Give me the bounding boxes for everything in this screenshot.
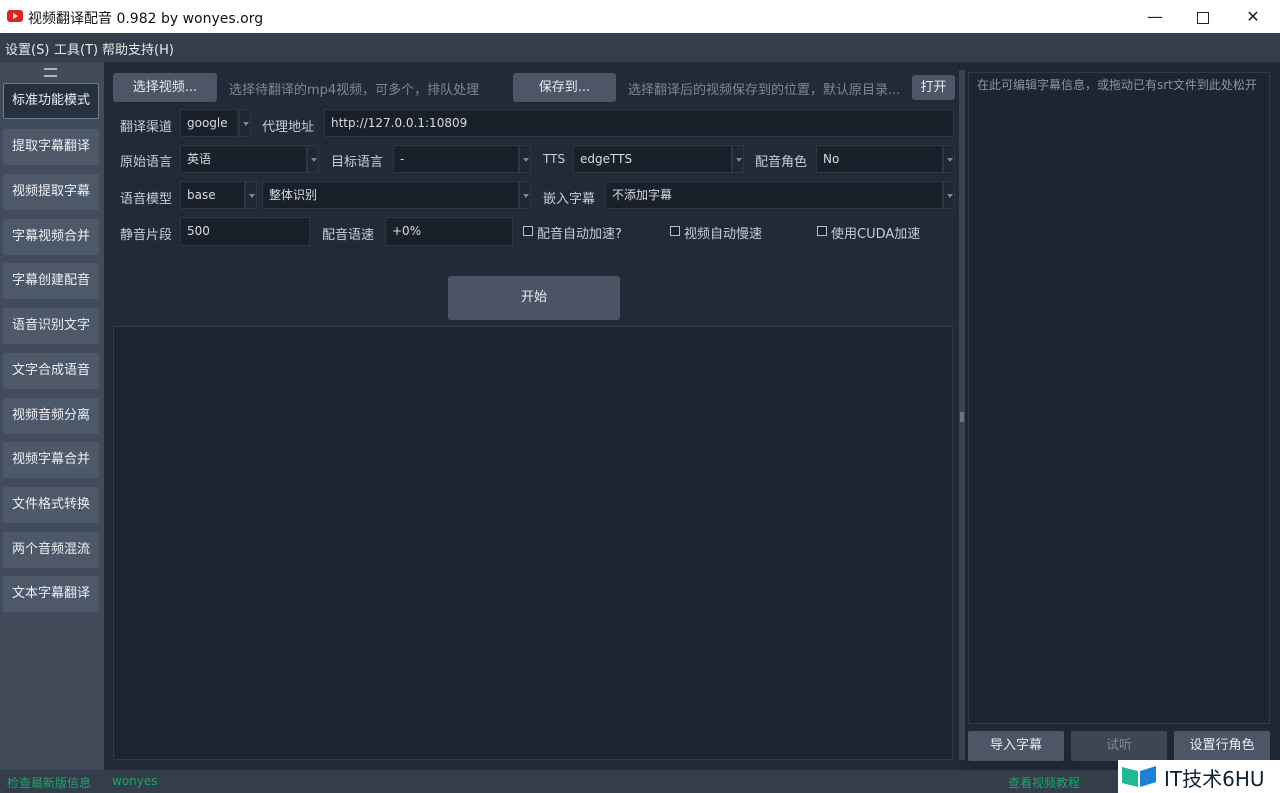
chevron-down-icon[interactable] [732, 145, 744, 173]
watermark-text: IT技术6HU [1164, 767, 1265, 791]
window-title: 视频翻译配音 0.982 by wonyes.org [28, 11, 264, 27]
proxy-input[interactable]: http://127.0.0.1:10809 [324, 109, 954, 137]
source-language-select[interactable]: 英语 [180, 145, 307, 173]
check-update-link[interactable]: 检查最新版信息 [7, 774, 91, 791]
listen-button[interactable]: 试听 [1071, 731, 1167, 761]
video-tutorial-link[interactable]: 查看视频教程 [1008, 774, 1080, 791]
auto-slowdown-checkbox[interactable] [670, 226, 680, 236]
open-folder-button[interactable]: 打开 [912, 75, 955, 100]
target-language-select[interactable]: - [393, 145, 519, 173]
watermark: IT技术6HU [1118, 760, 1280, 793]
close-icon[interactable]: ✕ [1230, 0, 1276, 33]
sidebar-item-subtitle-video-merge[interactable]: 字幕视频合并 [3, 219, 99, 255]
embed-subtitle-label: 嵌入字幕 [543, 192, 596, 207]
voice-rate-input[interactable]: +0% [385, 217, 513, 246]
target-language-label: 目标语言 [331, 155, 384, 170]
cuda-label: 使用CUDA加速 [831, 227, 921, 242]
import-subtitle-button[interactable]: 导入字幕 [968, 731, 1064, 761]
save-to-hint: 选择翻译后的视频保存到的位置，默认原目录... [628, 83, 900, 98]
status-bar: 检查最新版信息 wonyes 查看视频教程 [0, 770, 1280, 793]
chevron-down-icon[interactable] [245, 181, 257, 209]
save-to-button[interactable]: 保存到... [513, 73, 616, 102]
book-logo-icon [1122, 766, 1156, 787]
maximize-icon[interactable] [1180, 0, 1226, 33]
source-language-label: 原始语言 [120, 155, 173, 170]
silence-segment-input[interactable]: 500 [180, 217, 310, 246]
sidebar-item-extract-subtitle-translate[interactable]: 提取字幕翻译 [3, 129, 99, 165]
minimize-icon[interactable]: — [1132, 0, 1178, 33]
silence-segment-label: 静音片段 [120, 228, 173, 243]
grip-handle-icon[interactable] [44, 68, 57, 77]
chevron-down-icon[interactable] [519, 181, 531, 209]
start-button[interactable]: 开始 [448, 276, 620, 320]
sidebar-item-audio-video-split[interactable]: 视频音频分离 [3, 398, 99, 434]
sidebar-item-subtitle-dubbing[interactable]: 字幕创建配音 [3, 263, 99, 299]
sidebar-item-speech-to-text[interactable]: 语音识别文字 [3, 308, 99, 344]
subtitle-editor[interactable]: 在此可编辑字幕信息，或拖动已有srt文件到此处松开 [968, 72, 1270, 724]
sidebar-item-standard-mode[interactable]: 标准功能模式 [3, 83, 99, 119]
tts-label: TTS [543, 152, 566, 166]
sidebar-item-text-to-speech[interactable]: 文字合成语音 [3, 353, 99, 389]
select-video-button[interactable]: 选择视频... [113, 73, 217, 102]
app-logo-icon [7, 10, 23, 22]
sidebar-item-audio-mix[interactable]: 两个音频混流 [3, 532, 99, 568]
chevron-down-icon[interactable] [943, 145, 955, 173]
proxy-label: 代理地址 [262, 120, 315, 135]
auto-slowdown-label: 视频自动慢速 [684, 227, 763, 242]
speech-model-select[interactable]: base [180, 181, 245, 209]
subtitle-editor-placeholder: 在此可编辑字幕信息，或拖动已有srt文件到此处松开 [977, 78, 1257, 92]
voice-role-select[interactable]: No [816, 145, 943, 173]
chevron-down-icon[interactable] [519, 145, 531, 173]
translate-channel-label: 翻译渠道 [120, 120, 173, 135]
set-line-role-button[interactable]: 设置行角色 [1174, 731, 1270, 761]
cuda-checkbox[interactable] [817, 226, 827, 236]
embed-subtitle-select[interactable]: 不添加字幕 [605, 181, 943, 209]
sidebar-item-video-extract-subtitle[interactable]: 视频提取字幕 [3, 174, 99, 210]
auto-speedup-label: 配音自动加速? [537, 227, 622, 242]
splitter-grip-icon [960, 412, 964, 422]
menu-help[interactable]: 帮助支持(H) [102, 39, 174, 58]
menu-tools[interactable]: 工具(T) [54, 39, 98, 58]
sidebar-item-text-subtitle-translate[interactable]: 文本字幕翻译 [3, 576, 99, 612]
translate-channel-select[interactable]: google [180, 109, 238, 137]
chevron-down-icon[interactable] [307, 145, 319, 173]
wonyes-link[interactable]: wonyes [112, 774, 158, 788]
chevron-down-icon[interactable] [943, 181, 955, 209]
chevron-down-icon[interactable] [239, 109, 251, 137]
menu-bar: 设置(S) 工具(T) 帮助支持(H) [0, 33, 1280, 63]
voice-role-label: 配音角色 [755, 155, 808, 170]
sidebar: 标准功能模式 提取字幕翻译 视频提取字幕 字幕视频合并 字幕创建配音 语音识别文… [0, 62, 104, 770]
recognition-mode-select[interactable]: 整体识别 [262, 181, 519, 209]
auto-speedup-checkbox[interactable] [523, 226, 533, 236]
log-area[interactable] [113, 326, 953, 760]
menu-settings[interactable]: 设置(S) [5, 39, 49, 58]
tts-select[interactable]: edgeTTS [573, 145, 732, 173]
speech-model-label: 语音模型 [120, 192, 173, 207]
title-bar: 视频翻译配音 0.982 by wonyes.org — ✕ [0, 0, 1280, 33]
sidebar-item-format-convert[interactable]: 文件格式转换 [3, 487, 99, 523]
sidebar-item-video-subtitle-merge[interactable]: 视频字幕合并 [3, 442, 99, 478]
voice-rate-label: 配音语速 [322, 228, 375, 243]
select-video-hint: 选择待翻译的mp4视频，可多个，排队处理 [229, 83, 480, 98]
